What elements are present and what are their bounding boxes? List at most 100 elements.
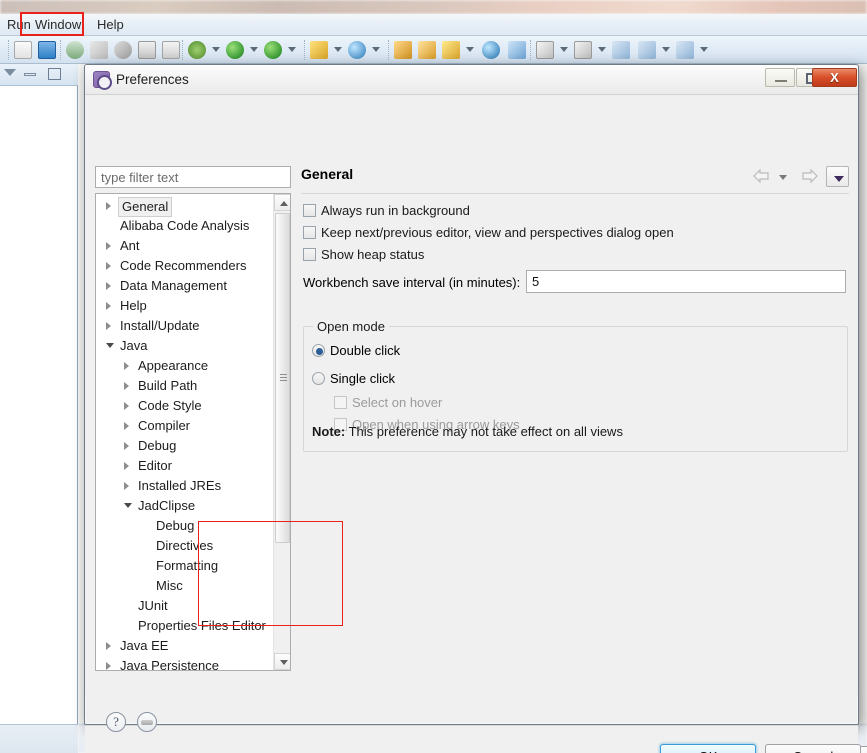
tree-item-code-style[interactable]: Code Style bbox=[96, 396, 274, 416]
tree-item-editor[interactable]: Editor bbox=[96, 456, 274, 476]
folder-icon[interactable] bbox=[418, 41, 436, 59]
tree-item-formatting[interactable]: Formatting bbox=[96, 556, 274, 576]
chevron-right-icon[interactable] bbox=[124, 482, 129, 490]
back-arrow-icon[interactable] bbox=[753, 169, 770, 183]
mask-icon[interactable] bbox=[114, 41, 132, 59]
forward-dropdown-icon[interactable] bbox=[700, 47, 708, 52]
page-next-dropdown-icon[interactable] bbox=[598, 47, 606, 52]
chevron-right-icon[interactable] bbox=[124, 402, 129, 410]
tree-item-compiler[interactable]: Compiler bbox=[96, 416, 274, 436]
tree-item-properties-files-editor[interactable]: Properties Files Editor bbox=[96, 616, 274, 636]
pin-icon[interactable] bbox=[66, 41, 84, 59]
chevron-right-icon[interactable] bbox=[106, 322, 111, 330]
monitor-icon[interactable] bbox=[14, 41, 32, 59]
forward-arrow-icon[interactable] bbox=[801, 169, 818, 183]
back-small-icon[interactable] bbox=[612, 41, 630, 59]
close-button[interactable]: X bbox=[812, 68, 857, 87]
tree-item-code-recommenders[interactable]: Code Recommenders bbox=[96, 256, 274, 276]
tree-item-build-path[interactable]: Build Path bbox=[96, 376, 274, 396]
maximize-view-icon[interactable] bbox=[48, 68, 61, 80]
debug-bug-icon[interactable] bbox=[188, 41, 206, 59]
view-menu-button[interactable] bbox=[826, 166, 849, 187]
chevron-right-icon[interactable] bbox=[106, 642, 111, 650]
minimize-button[interactable] bbox=[765, 68, 795, 87]
filter-input[interactable]: type filter text bbox=[95, 166, 291, 188]
tree-item-appearance[interactable]: Appearance bbox=[96, 356, 274, 376]
tree-item-java-persistence[interactable]: Java Persistence bbox=[96, 656, 274, 670]
resize-grip-button[interactable] bbox=[137, 712, 157, 732]
tree-item-directives[interactable]: Directives bbox=[96, 536, 274, 556]
page-next-icon[interactable] bbox=[574, 41, 592, 59]
view-menu-icon[interactable] bbox=[4, 69, 16, 76]
chevron-right-icon[interactable] bbox=[106, 662, 111, 670]
cancel-button[interactable]: Cancel bbox=[765, 744, 861, 753]
chevron-down-icon[interactable] bbox=[124, 503, 132, 508]
save-interval-label: Workbench save interval (in minutes): bbox=[303, 275, 521, 290]
back-dropdown-icon[interactable] bbox=[662, 47, 670, 52]
page-dropdown-icon[interactable] bbox=[560, 47, 568, 52]
chevron-right-icon[interactable] bbox=[106, 262, 111, 270]
chevron-right-icon[interactable] bbox=[106, 202, 111, 210]
run-external-icon[interactable] bbox=[264, 41, 282, 59]
save-interval-input[interactable]: 5 bbox=[526, 270, 846, 293]
page-icon[interactable] bbox=[536, 41, 554, 59]
dialog-title-bar[interactable]: Preferences X bbox=[85, 65, 858, 95]
back-dropdown-icon[interactable] bbox=[779, 175, 787, 180]
tree-item-java[interactable]: Java bbox=[96, 336, 274, 356]
paragraph-icon[interactable] bbox=[162, 41, 180, 59]
globe-run-icon[interactable] bbox=[508, 41, 526, 59]
tree-item-junit[interactable]: JUnit bbox=[96, 596, 274, 616]
menu-help[interactable]: Help bbox=[90, 16, 131, 34]
tree-item-help[interactable]: Help bbox=[96, 296, 274, 316]
minimize-view-icon[interactable] bbox=[24, 73, 36, 76]
tree-item-alibaba-code-analysis[interactable]: Alibaba Code Analysis bbox=[96, 216, 274, 236]
tree-scrollbar[interactable] bbox=[273, 194, 290, 670]
new-wizard-icon[interactable] bbox=[310, 41, 328, 59]
chevron-right-icon[interactable] bbox=[106, 282, 111, 290]
scroll-down-button[interactable] bbox=[274, 653, 290, 670]
brush-icon[interactable] bbox=[90, 41, 108, 59]
tree-item-debug[interactable]: Debug bbox=[96, 436, 274, 456]
spellcheck-icon[interactable] bbox=[38, 41, 56, 59]
search-skype-icon[interactable] bbox=[348, 41, 366, 59]
list-icon[interactable] bbox=[138, 41, 156, 59]
debug-dropdown-icon[interactable] bbox=[212, 47, 220, 52]
tree-item-installed-jres[interactable]: Installed JREs bbox=[96, 476, 274, 496]
tree-item-misc[interactable]: Misc bbox=[96, 576, 274, 596]
open-folder-icon[interactable] bbox=[394, 41, 412, 59]
tree-item-java-ee[interactable]: Java EE bbox=[96, 636, 274, 656]
run-external-dropdown-icon[interactable] bbox=[288, 47, 296, 52]
globe-icon[interactable] bbox=[482, 41, 500, 59]
new-wizard-dropdown-icon[interactable] bbox=[334, 47, 342, 52]
help-button[interactable]: ? bbox=[106, 712, 126, 732]
search-dropdown-icon[interactable] bbox=[372, 47, 380, 52]
chevron-right-icon[interactable] bbox=[124, 422, 129, 430]
chevron-right-icon[interactable] bbox=[106, 242, 111, 250]
toolbar-separator bbox=[530, 40, 531, 60]
tree-item-general[interactable]: General bbox=[96, 196, 274, 217]
chevron-right-icon[interactable] bbox=[106, 302, 111, 310]
chevron-right-icon[interactable] bbox=[124, 462, 129, 470]
chevron-down-icon[interactable] bbox=[106, 343, 114, 348]
preferences-tree[interactable]: General Alibaba Code Analysis Ant Code Reco… bbox=[95, 193, 291, 671]
run-icon[interactable] bbox=[226, 41, 244, 59]
tree-item-label: Misc bbox=[156, 578, 183, 593]
scroll-up-button[interactable] bbox=[274, 194, 290, 211]
run-dropdown-icon[interactable] bbox=[250, 47, 258, 52]
scrollbar-thumb[interactable] bbox=[275, 213, 290, 543]
tree-item-ant[interactable]: Ant bbox=[96, 236, 274, 256]
tree-item-label: Build Path bbox=[138, 378, 198, 393]
pencil-icon[interactable] bbox=[442, 41, 460, 59]
tree-items-container: General Alibaba Code Analysis Ant Code Reco… bbox=[96, 194, 274, 670]
tree-item-jadclipse[interactable]: JadClipse bbox=[96, 496, 274, 516]
tree-item-install-update[interactable]: Install/Update bbox=[96, 316, 274, 336]
chevron-right-icon[interactable] bbox=[124, 382, 129, 390]
pencil-dropdown-icon[interactable] bbox=[466, 47, 474, 52]
chevron-right-icon[interactable] bbox=[124, 362, 129, 370]
tree-item-data-management[interactable]: Data Management bbox=[96, 276, 274, 296]
forward-icon[interactable] bbox=[676, 41, 694, 59]
tree-item-debug[interactable]: Debug bbox=[96, 516, 274, 536]
chevron-right-icon[interactable] bbox=[124, 442, 129, 450]
back-icon[interactable] bbox=[638, 41, 656, 59]
ok-button[interactable]: OK bbox=[660, 744, 756, 753]
